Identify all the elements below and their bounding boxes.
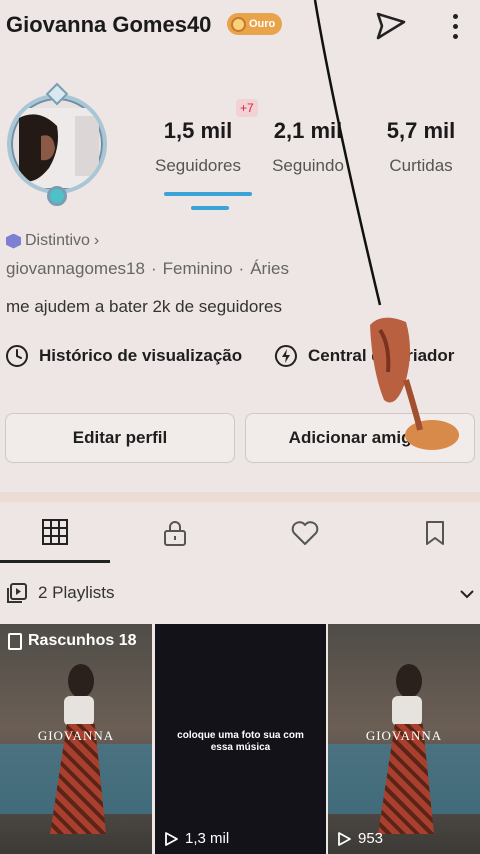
- likes-label: Curtidas: [389, 156, 453, 175]
- chevron-right-icon: ›: [93, 232, 100, 249]
- tab-saved[interactable]: [380, 503, 480, 563]
- drafts-overlay: Rascunhos 18: [8, 632, 136, 650]
- likes-count: 5,7 mil: [386, 118, 456, 143]
- playlists-toggle[interactable]: 2 Playlists: [6, 582, 115, 604]
- thumbnail-figure: [40, 664, 110, 834]
- stat-indicator-bar-short: [191, 206, 229, 210]
- video-thumbnail-2[interactable]: coloque uma foto sua com essa música 1,3…: [155, 624, 326, 854]
- share-icon[interactable]: [372, 8, 408, 44]
- profile-bio: me ajudem a bater 2k de seguidores: [6, 297, 282, 316]
- edit-profile-button[interactable]: Editar perfil: [5, 413, 235, 463]
- section-divider: [0, 492, 480, 502]
- bolt-icon: [274, 345, 297, 367]
- add-friends-button[interactable]: Adicionar amigos: [245, 413, 475, 463]
- rank-badge-label: Ouro: [249, 18, 276, 30]
- clock-icon: [6, 345, 28, 367]
- tab-private[interactable]: [120, 503, 230, 563]
- view-history-button[interactable]: Histórico de visualização: [5, 344, 242, 368]
- video-views-count: 1,3 mil: [185, 830, 230, 847]
- new-followers-badge: +7: [236, 99, 258, 117]
- profile-gender: Feminino: [162, 259, 233, 278]
- profile-handle: giovannagomes18: [6, 259, 145, 278]
- bookmark-icon: [426, 521, 444, 545]
- coin-icon: [231, 16, 246, 32]
- profile-meta: giovannagomes18 · Feminino · Áries: [6, 259, 289, 278]
- play-icon: [338, 831, 351, 846]
- video-views: 953: [336, 830, 383, 847]
- video-caption: coloque uma foto sua com essa música: [177, 730, 304, 753]
- video-thumbnail-3[interactable]: GIOVANNA 953: [328, 624, 480, 854]
- profile-username: Giovanna Gomes40: [6, 12, 212, 37]
- rank-badge[interactable]: Ouro: [227, 13, 283, 35]
- drafts-icon: [8, 632, 22, 650]
- thumbnail-watermark: GIOVANNA: [365, 728, 443, 743]
- grid-icon: [42, 518, 68, 545]
- tab-videos[interactable]: [0, 503, 110, 563]
- likes-stat[interactable]: 5,7 mil Curtidas: [378, 118, 464, 176]
- tab-liked[interactable]: [250, 503, 360, 563]
- chevron-down-icon[interactable]: [458, 585, 476, 603]
- followers-stat[interactable]: 1,5 mil Seguidores: [150, 118, 246, 176]
- creator-center-label: Central do criador: [308, 346, 455, 365]
- thumbnail-figure: [368, 664, 438, 834]
- distintivo-label: Distintivo: [25, 232, 90, 249]
- following-count: 2,1 mil: [273, 118, 343, 143]
- profile-sign: Áries: [250, 259, 289, 278]
- hexagon-icon: [6, 233, 21, 249]
- video-thumbnail-drafts[interactable]: GIOVANNA Rascunhos 18: [0, 624, 152, 854]
- avatar-photo: [19, 108, 99, 188]
- creator-center-button[interactable]: Central do criador: [274, 344, 454, 368]
- stat-indicator-bar: [164, 192, 252, 196]
- view-history-label: Histórico de visualização: [39, 346, 243, 365]
- distintivo-link[interactable]: Distintivo ›: [6, 232, 99, 250]
- hanging-sticker-overlay: [313, 0, 459, 450]
- profile-tabs: [0, 503, 480, 563]
- lock-icon: [164, 521, 186, 546]
- thumbnail-watermark: GIOVANNA: [37, 728, 115, 743]
- more-options-icon[interactable]: [440, 8, 470, 44]
- heart-icon: [291, 521, 319, 545]
- following-label: Seguindo: [272, 156, 344, 175]
- playlists-label: 2 Playlists: [38, 583, 115, 602]
- drafts-label: Rascunhos 18: [28, 632, 137, 649]
- avatar-frame: [7, 94, 107, 194]
- video-views: 1,3 mil: [163, 830, 229, 847]
- followers-count: 1,5 mil: [163, 118, 233, 143]
- video-views-count: 953: [358, 830, 384, 847]
- followers-label: Seguidores: [154, 156, 241, 175]
- profile-avatar[interactable]: [4, 82, 110, 212]
- profile-header: Giovanna Gomes40 Ouro: [0, 0, 480, 56]
- frame-gem-bottom: [47, 186, 67, 206]
- playlist-icon: [7, 583, 27, 603]
- following-stat[interactable]: 2,1 mil Seguindo: [266, 118, 350, 176]
- play-icon: [165, 831, 178, 846]
